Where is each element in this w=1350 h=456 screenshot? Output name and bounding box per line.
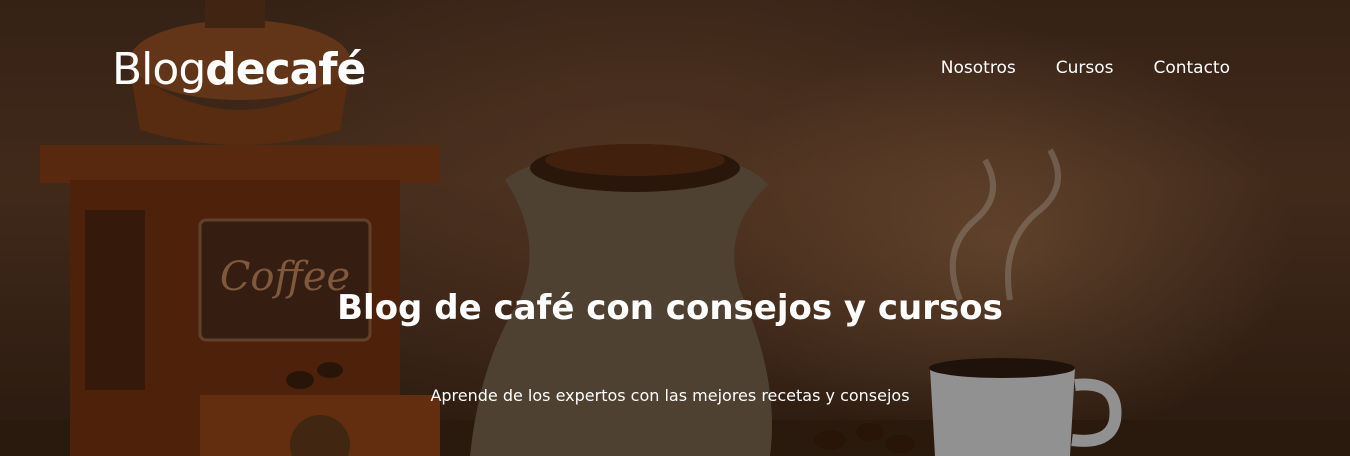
main-nav: Nosotros Cursos Contacto bbox=[941, 56, 1230, 80]
nav-link-nosotros[interactable]: Nosotros bbox=[941, 56, 1016, 80]
logo-light-text: Blog bbox=[112, 44, 206, 95]
nav-link-contacto[interactable]: Contacto bbox=[1153, 56, 1230, 80]
hero-banner: Coffee Blogdecafé Nosotros Cursos Contac… bbox=[0, 0, 1350, 456]
hero-title: Blog de café con consejos y cursos bbox=[337, 288, 1003, 328]
nav-link-cursos[interactable]: Cursos bbox=[1056, 56, 1114, 80]
site-logo[interactable]: Blogdecafé bbox=[112, 44, 366, 96]
logo-bold-text: decafé bbox=[205, 44, 366, 95]
hero-subtitle: Aprende de los expertos con las mejores … bbox=[430, 386, 910, 405]
site-header: Blogdecafé Nosotros Cursos Contacto bbox=[0, 0, 1350, 130]
